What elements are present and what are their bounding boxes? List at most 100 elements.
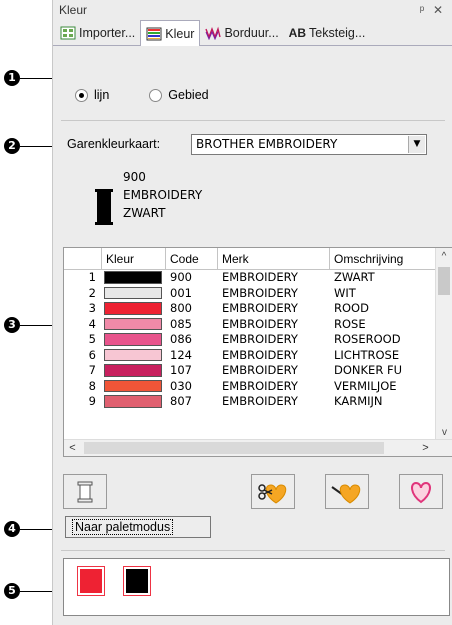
- row-brand: EMBROIDERY: [222, 378, 298, 393]
- table-row[interactable]: 3 800 EMBROIDERY ROOD: [64, 301, 452, 317]
- table-row[interactable]: 8 030 EMBROIDERY VERMILJOE: [64, 379, 452, 395]
- row-number: 6: [88, 347, 96, 362]
- pin-icon[interactable]: ᵖ: [414, 3, 430, 17]
- pink-heart-icon: [411, 481, 431, 503]
- close-icon[interactable]: ✕: [430, 3, 446, 17]
- table-row[interactable]: 6 124 EMBROIDERY LICHTROSE: [64, 348, 452, 364]
- row-brand: EMBROIDERY: [222, 347, 298, 362]
- table-row[interactable]: 9 807 EMBROIDERY KARMIJN: [64, 394, 452, 410]
- tab-kleur-label: Kleur: [165, 26, 195, 41]
- table-row[interactable]: 7 107 EMBROIDERY DONKER FU: [64, 363, 452, 379]
- col-code-header[interactable]: Code: [166, 248, 218, 269]
- row-brand: EMBROIDERY: [222, 394, 298, 408]
- row-description: WIT: [334, 285, 356, 300]
- row-brand: EMBROIDERY: [222, 285, 298, 300]
- horizontal-scrollbar[interactable]: < >: [64, 439, 452, 456]
- text-ab-icon: AB: [288, 26, 307, 40]
- callout-1: 1: [4, 70, 20, 86]
- row-brand: EMBROIDERY: [222, 316, 298, 331]
- horizontal-scroll-thumb[interactable]: [84, 442, 384, 454]
- color-icon: [146, 27, 162, 41]
- row-color-swatch: [104, 317, 162, 330]
- row-color-cell: [102, 270, 166, 286]
- row-code: 124: [170, 347, 192, 362]
- thread-chart-select[interactable]: BROTHER EMBROIDERY ▼: [191, 134, 427, 155]
- row-color-cell: [102, 301, 166, 317]
- row-code: 085: [170, 316, 192, 331]
- row-number: 7: [88, 363, 96, 377]
- row-color-swatch: [104, 364, 162, 377]
- tab-bar: Importer... Kleur Borduur... AB Teksteig…: [53, 20, 452, 46]
- row-code: 030: [170, 378, 192, 393]
- row-number: 8: [88, 378, 96, 393]
- row-code: 001: [170, 285, 192, 300]
- vertical-scrollbar[interactable]: ^ v: [435, 248, 452, 441]
- row-color-cell: [102, 363, 166, 379]
- col-kleur-header[interactable]: Kleur: [102, 248, 166, 269]
- pink-heart-button[interactable]: [399, 474, 443, 509]
- tab-importer[interactable]: Importer...: [55, 21, 140, 45]
- row-color-swatch: [104, 379, 162, 392]
- cut-heart-button[interactable]: [251, 474, 295, 509]
- radio-gebied-label: Gebied: [168, 88, 209, 102]
- row-color-swatch: [104, 271, 162, 284]
- row-description: ROSE: [334, 316, 366, 331]
- scissors-heart-icon: [258, 483, 287, 504]
- row-color-cell: [102, 286, 166, 302]
- table-header: Kleur Code Merk Omschrijving: [64, 248, 452, 270]
- row-description: KARMIJN: [334, 394, 383, 408]
- panel-titlebar: Kleur ᵖ ✕: [53, 0, 452, 20]
- chevron-down-icon[interactable]: ▼: [408, 136, 425, 153]
- tab-kleur[interactable]: Kleur: [140, 20, 201, 46]
- mode-radio-group: lijn Gebied: [75, 88, 209, 102]
- thread-table[interactable]: Kleur Code Merk Omschrijving 1 900 EMBROID…: [63, 247, 452, 457]
- table-row[interactable]: 1 900 EMBROIDERY ZWART: [64, 270, 452, 286]
- palette-swatch-black[interactable]: [123, 566, 151, 596]
- embroidery-icon: [205, 26, 222, 41]
- color-panel: Kleur ᵖ ✕ Importer... Kleur Borduur... A…: [52, 0, 452, 625]
- radio-lijn-dot[interactable]: [75, 88, 88, 102]
- row-color-cell: [102, 348, 166, 364]
- tab-borduur[interactable]: Borduur...: [200, 21, 283, 45]
- row-description: ROSEROOD: [334, 332, 401, 346]
- row-number: 3: [88, 301, 96, 315]
- spool-outline-icon: [77, 481, 93, 502]
- thread-spool-button[interactable]: [63, 474, 107, 509]
- row-code: 800: [170, 301, 192, 315]
- callout-2: 2: [4, 138, 20, 154]
- row-code: 107: [170, 363, 192, 377]
- callout-4: 4: [4, 521, 20, 537]
- color-line-heart-button[interactable]: [325, 474, 369, 509]
- current-thread-code: 900: [123, 170, 146, 184]
- row-description: DONKER FU: [334, 363, 402, 377]
- palette-swatch-red[interactable]: [77, 566, 105, 596]
- col-merk-header[interactable]: Merk: [218, 248, 330, 269]
- col-num-header[interactable]: [64, 248, 102, 269]
- radio-gebied[interactable]: Gebied: [149, 88, 209, 102]
- thread-chart-value: BROTHER EMBROIDERY: [196, 137, 338, 151]
- scroll-left-icon[interactable]: <: [64, 440, 81, 456]
- line-heart-icon: [331, 483, 361, 504]
- table-row[interactable]: 2 001 EMBROIDERY WIT: [64, 286, 452, 302]
- row-description: ROOD: [334, 301, 369, 315]
- row-color-swatch: [104, 333, 162, 346]
- col-omschrijving-header[interactable]: Omschrijving: [330, 248, 426, 269]
- panel-title: Kleur: [59, 3, 88, 17]
- table-row[interactable]: 5 086 EMBROIDERY ROSEROOD: [64, 332, 452, 348]
- radio-gebied-dot[interactable]: [149, 88, 163, 102]
- scroll-right-icon[interactable]: >: [417, 440, 434, 456]
- row-brand: EMBROIDERY: [222, 270, 298, 284]
- import-icon: [60, 26, 76, 40]
- row-number: 4: [88, 316, 96, 331]
- row-number: 1: [88, 270, 96, 284]
- row-code: 807: [170, 394, 192, 408]
- vertical-scroll-thumb[interactable]: [438, 267, 450, 295]
- tab-teksteig[interactable]: AB Teksteig...: [284, 21, 371, 45]
- radio-lijn-label: lijn: [94, 88, 110, 102]
- palette-mode-button[interactable]: Naar paletmodus: [65, 516, 211, 538]
- tab-borduur-label: Borduur...: [224, 26, 279, 40]
- radio-lijn[interactable]: lijn: [75, 88, 109, 102]
- scroll-up-icon[interactable]: ^: [436, 248, 452, 265]
- row-number: 5: [88, 332, 96, 346]
- table-row[interactable]: 4 085 EMBROIDERY ROSE: [64, 317, 452, 333]
